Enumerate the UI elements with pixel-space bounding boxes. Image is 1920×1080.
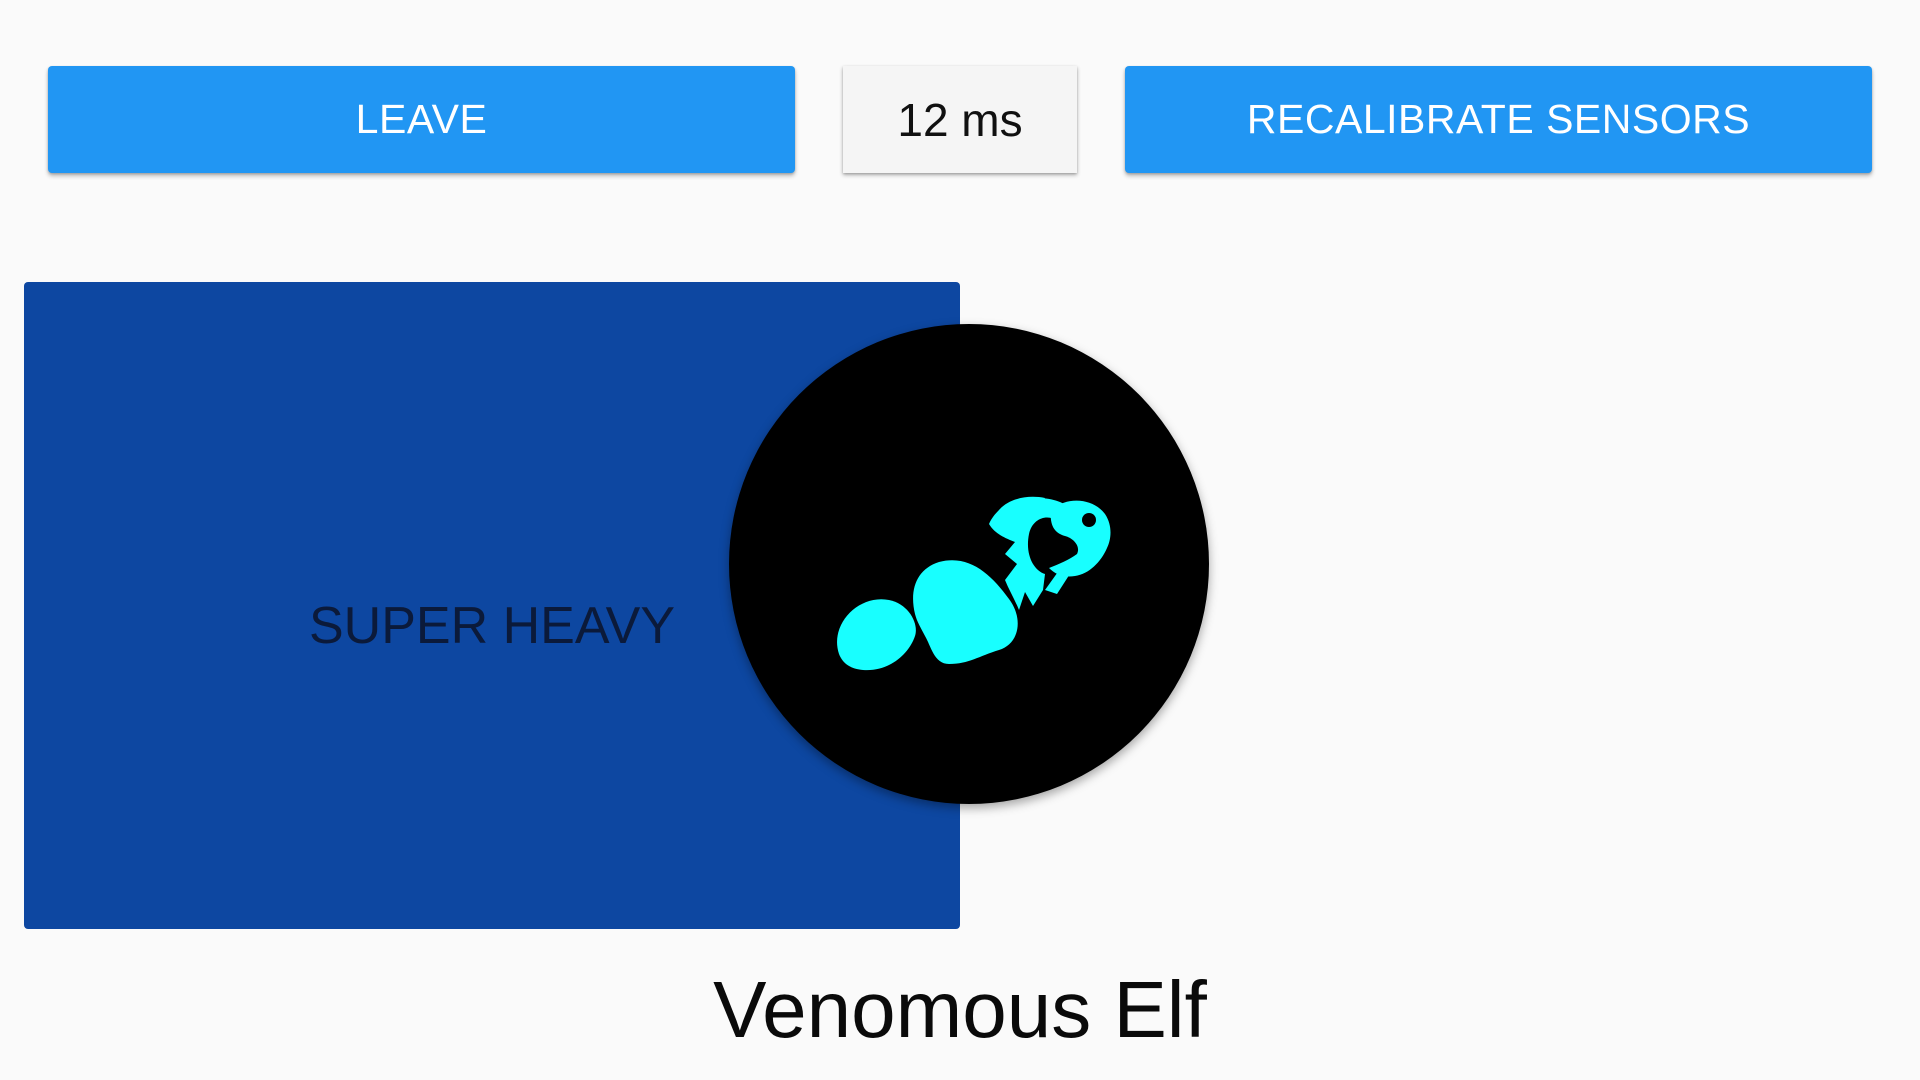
recalibrate-sensors-button[interactable]: RECALIBRATE SENSORS [1125, 66, 1872, 173]
player-name: Venomous Elf [713, 965, 1207, 1054]
clownfish-icon [837, 496, 1111, 671]
latency-indicator: 12 ms [843, 66, 1077, 173]
player-avatar [729, 324, 1209, 804]
leave-button[interactable]: LEAVE [48, 66, 795, 173]
